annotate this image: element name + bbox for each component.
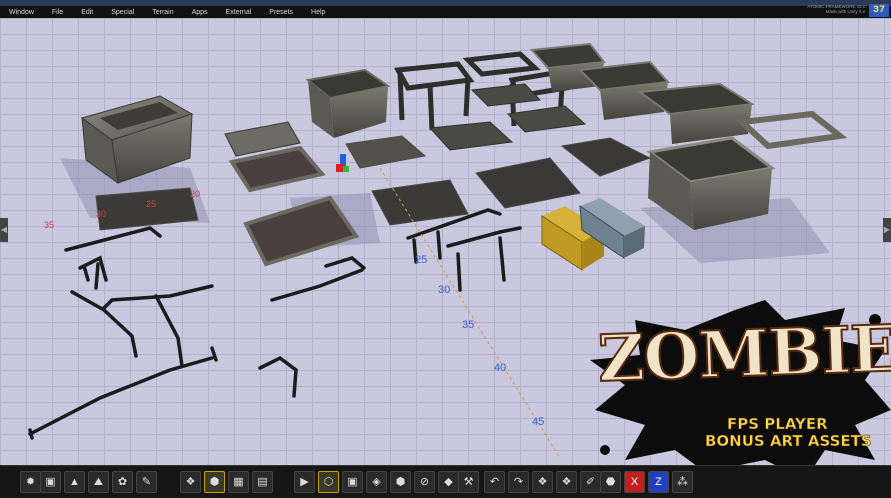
- menu-item-apps[interactable]: Apps: [183, 9, 217, 16]
- left-panel-toggle[interactable]: ◀: [0, 218, 8, 242]
- cubes2-icon: ❖: [561, 476, 572, 488]
- cubes-button[interactable]: ❖: [532, 471, 553, 493]
- save-button[interactable]: ▣: [40, 471, 61, 493]
- layers-button[interactable]: ▤: [252, 471, 273, 493]
- grid-number: 35: [44, 220, 55, 230]
- fps-counter: 37: [869, 4, 889, 17]
- terrain-button[interactable]: ⛰: [88, 471, 109, 493]
- package-icon: ⬢: [395, 476, 406, 488]
- gear-icon: ✹: [25, 476, 36, 488]
- layers-icon: ▤: [257, 476, 268, 488]
- entity-icon: ⬣: [605, 476, 616, 488]
- x-axis-button[interactable]: X: [624, 471, 645, 493]
- menu-item-special[interactable]: Special: [102, 9, 143, 16]
- grid-number: 30: [96, 209, 107, 219]
- grid-icon: ▦: [233, 476, 244, 488]
- cargo-containers: [541, 198, 645, 271]
- cube-button[interactable]: ⬢: [204, 471, 225, 493]
- weapon-icon: ⚒: [463, 476, 474, 488]
- paint-button[interactable]: ✎: [136, 471, 157, 493]
- grid-button[interactable]: ▦: [228, 471, 249, 493]
- paint-icon: ✎: [141, 476, 152, 488]
- bottom-toolbar: ✹ ▣ ▲ ⛰ ✿ ✎ ❖ ⬢ ▦ ▤ ▶ ⬡ ▣ ◈ ⬢ ⊘ ◆ ⚒ ↶ ↷ ❖ ❖ ✐ ⬣ X Z ⁂: [0, 465, 891, 498]
- brush-button[interactable]: ✐: [580, 471, 601, 493]
- right-panel-toggle[interactable]: ▶: [883, 218, 891, 242]
- crates-right: [529, 42, 848, 230]
- select-button[interactable]: ⬡: [318, 471, 339, 493]
- grid-number: 25: [415, 254, 428, 266]
- grid-number: 20: [190, 189, 201, 199]
- platforms: [224, 121, 360, 267]
- menu-item-external[interactable]: External: [217, 9, 261, 16]
- flower-icon: ✿: [117, 476, 128, 488]
- grid-number: 25: [146, 199, 157, 209]
- group-button[interactable]: ⁂: [672, 471, 693, 493]
- redo-button[interactable]: ↷: [508, 471, 529, 493]
- entity-button[interactable]: ⬣: [600, 471, 621, 493]
- terrain-icon: ⛰: [93, 476, 104, 488]
- z-axis-button[interactable]: Z: [648, 471, 669, 493]
- select-icon: ⬡: [323, 476, 334, 488]
- menu-bar: Window File Edit Special Terrain Apps External…: [0, 6, 891, 18]
- menu-item-edit[interactable]: Edit: [72, 9, 102, 16]
- build-info-line: Made with Unity 5.x: [825, 9, 865, 14]
- landscape-icon: ▲: [69, 476, 80, 488]
- package-button[interactable]: ⬢: [390, 471, 411, 493]
- landscape-button[interactable]: ▲: [64, 471, 85, 493]
- play-button[interactable]: ▶: [294, 471, 315, 493]
- crate-middle: [305, 68, 391, 138]
- grid-number: 30: [438, 284, 451, 296]
- redo-icon: ↷: [513, 476, 524, 488]
- item-button[interactable]: ◆: [438, 471, 459, 493]
- menu-item-window[interactable]: Window: [0, 9, 43, 16]
- cubes-icon: ❖: [537, 476, 548, 488]
- undo-button[interactable]: ↶: [484, 471, 505, 493]
- no-entry-button[interactable]: ⊘: [414, 471, 435, 493]
- menu-item-help[interactable]: Help: [302, 9, 334, 16]
- logo-subtitle-2: BONUS ART ASSETS: [705, 432, 872, 451]
- build-info: ATOMIC FRAMEWORK v3.x Made with Unity 5.…: [807, 4, 865, 14]
- gear-button[interactable]: ✹: [20, 471, 41, 493]
- play-icon: ▶: [300, 476, 309, 488]
- crate-icon: ◈: [372, 476, 381, 488]
- menu-item-file[interactable]: File: [43, 9, 72, 16]
- no-entry-icon: ⊘: [419, 476, 430, 488]
- z-axis-icon: Z: [655, 476, 662, 488]
- crate-button[interactable]: ◈: [366, 471, 387, 493]
- grid-number: 45: [532, 416, 545, 428]
- flower-button[interactable]: ✿: [112, 471, 133, 493]
- grid-number: 40: [494, 362, 507, 374]
- grid-number: 35: [462, 319, 475, 331]
- logo-title: ZOMBIE: [596, 311, 891, 398]
- objects-icon: ❖: [185, 476, 196, 488]
- cubes2-button[interactable]: ❖: [556, 471, 577, 493]
- weapon-button[interactable]: ⚒: [458, 471, 479, 493]
- x-axis-icon: X: [630, 476, 639, 488]
- menu-item-terrain[interactable]: Terrain: [143, 9, 182, 16]
- logo-subtitle-1: FPS PLAYER: [727, 415, 828, 434]
- objects-button[interactable]: ❖: [180, 471, 201, 493]
- cube-icon: ⬢: [209, 476, 220, 488]
- brush-icon: ✐: [585, 476, 596, 488]
- item-icon: ◆: [444, 476, 453, 488]
- undo-icon: ↶: [489, 476, 500, 488]
- transform-gizmo: [336, 154, 349, 172]
- box-icon: ▣: [347, 476, 358, 488]
- group-icon: ⁂: [677, 476, 688, 488]
- menu-item-presets[interactable]: Presets: [260, 9, 302, 16]
- box-button[interactable]: ▣: [342, 471, 363, 493]
- save-icon: ▣: [45, 476, 56, 488]
